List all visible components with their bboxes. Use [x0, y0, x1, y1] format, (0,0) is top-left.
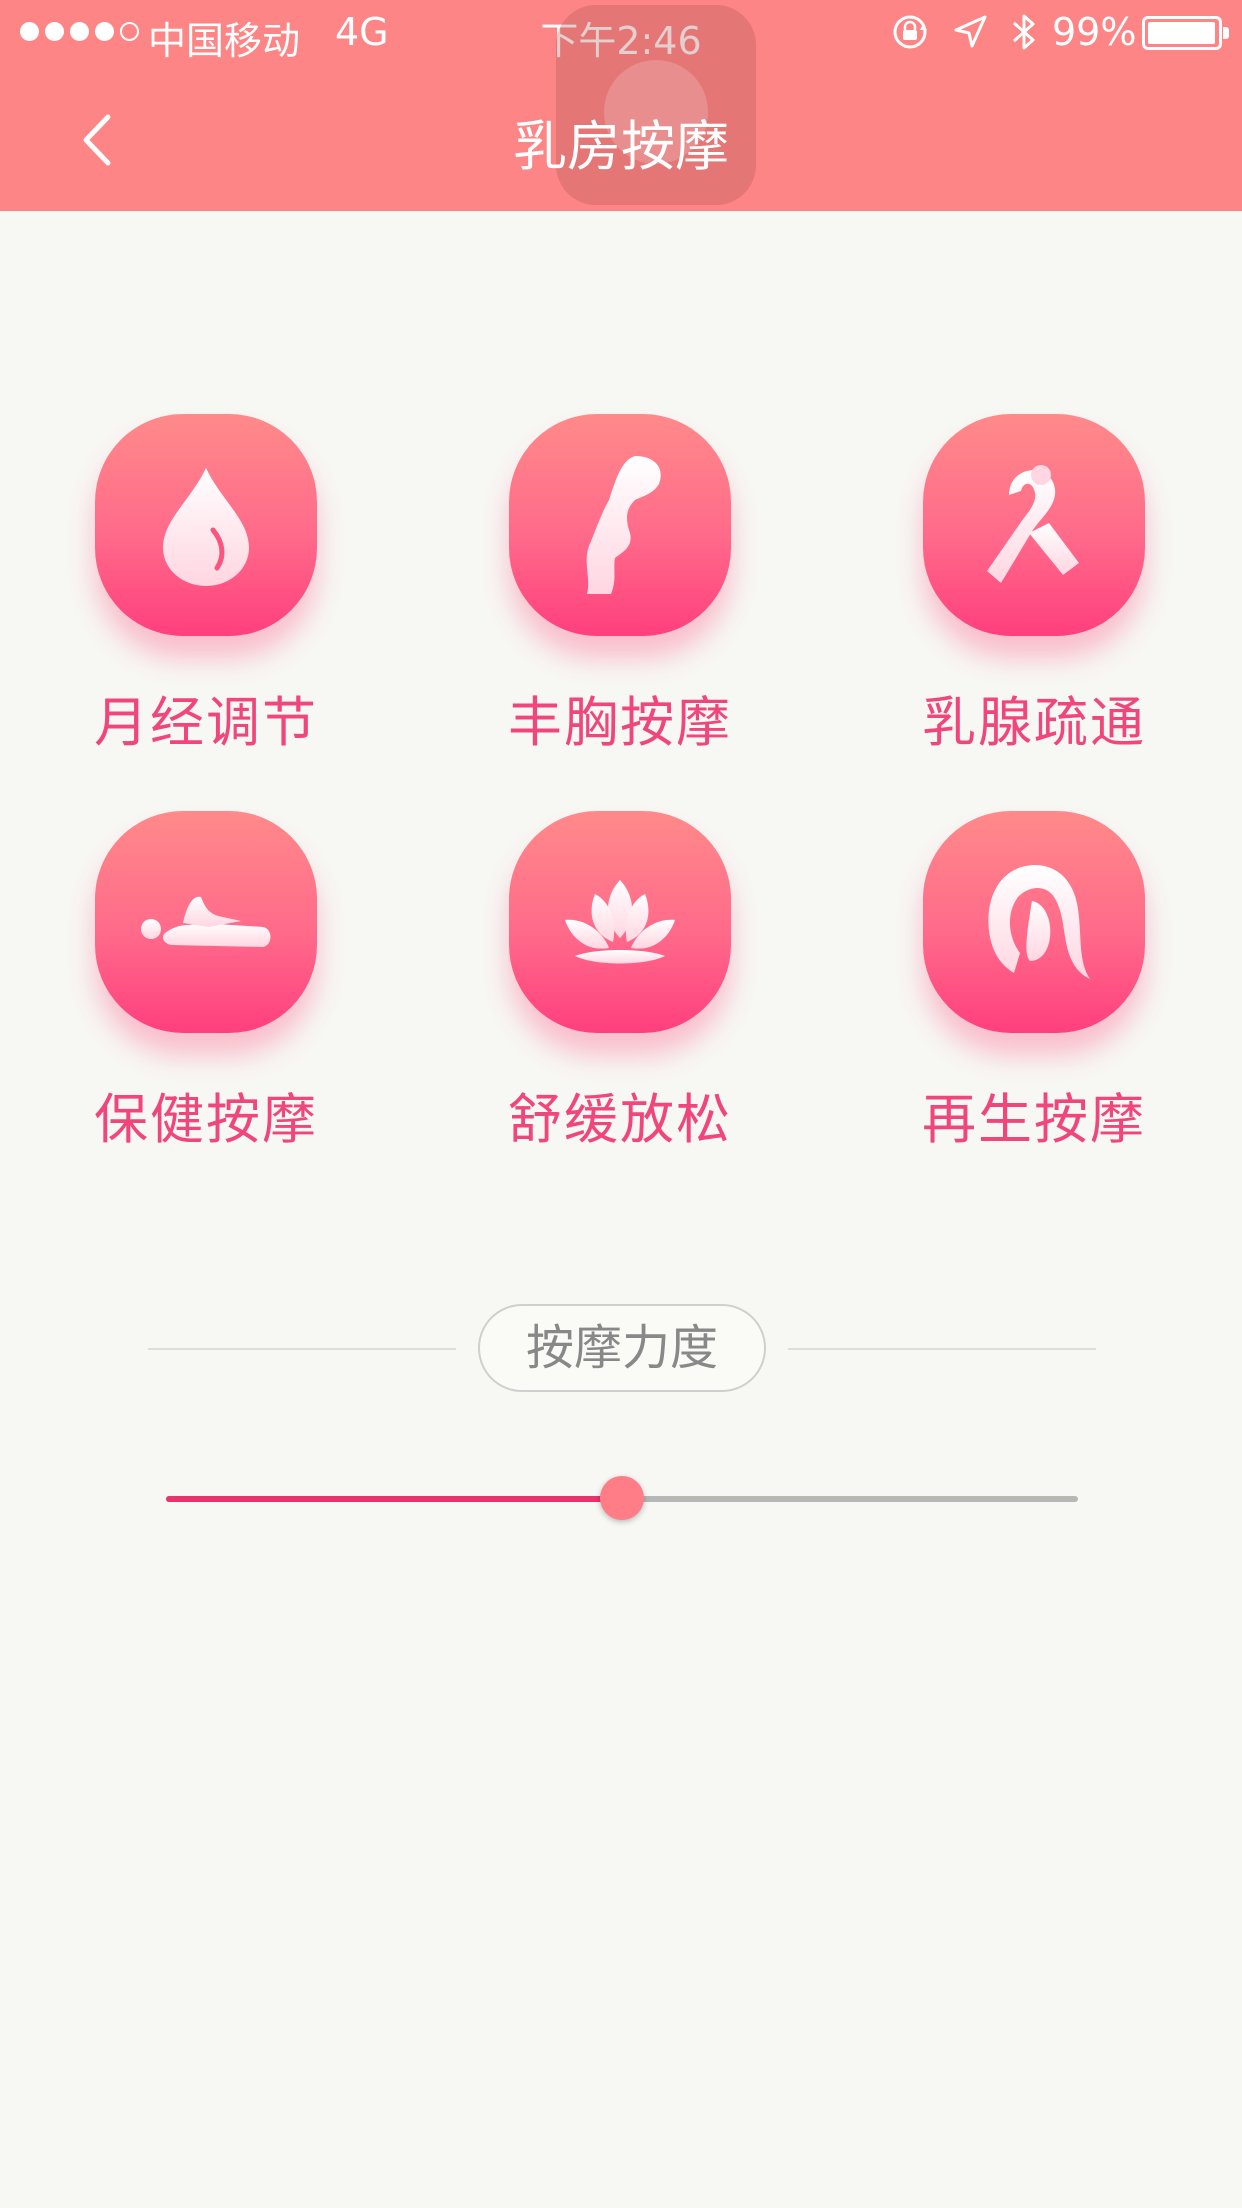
- menu-item-label: 保健按摩: [94, 1088, 318, 1151]
- divider-right: [788, 1348, 1096, 1350]
- icon-tile[interactable]: [923, 414, 1145, 636]
- massage-strength-label: 按摩力度: [478, 1304, 766, 1392]
- battery-icon: [1142, 16, 1222, 50]
- menu-item-soothing-relax[interactable]: 舒缓放松: [470, 811, 770, 1154]
- location-arrow-icon: [954, 15, 987, 48]
- woman-face-icon: [988, 865, 1090, 979]
- menu-item-label: 月经调节: [94, 691, 318, 754]
- menu-item-label: 乳腺疏通: [922, 691, 1146, 754]
- battery-percent: 99%: [1052, 10, 1137, 54]
- menu-item-mammary-clearing[interactable]: 乳腺疏通: [884, 414, 1184, 757]
- icon-tile[interactable]: [923, 811, 1145, 1033]
- menu-item-breast-enhance[interactable]: 丰胸按摩: [470, 414, 770, 757]
- menu-item-label: 丰胸按摩: [508, 691, 732, 754]
- icon-tile[interactable]: [95, 811, 317, 1033]
- bluetooth-icon: [1012, 14, 1035, 50]
- icon-tile[interactable]: [509, 811, 731, 1033]
- divider-left: [148, 1348, 456, 1350]
- menu-item-health-massage[interactable]: 保健按摩: [56, 811, 356, 1154]
- icon-tile[interactable]: [95, 414, 317, 636]
- menu-item-label: 舒缓放松: [508, 1088, 732, 1151]
- ribbon-woman-icon: [987, 465, 1079, 583]
- menu-item-regeneration-massage[interactable]: 再生按摩: [884, 811, 1184, 1154]
- icon-tile[interactable]: [509, 414, 731, 636]
- lotus-icon: [565, 880, 675, 964]
- droplet-icon: [163, 468, 249, 586]
- massage-strength-slider[interactable]: [166, 1476, 1078, 1522]
- menu-item-menstrual[interactable]: 月经调节: [56, 414, 356, 757]
- header-bar: 中国移动 4G 下午2:46 99% 乳房按摩: [0, 0, 1242, 211]
- page-title: 乳房按摩: [513, 115, 729, 178]
- hand-massage-icon: [141, 896, 271, 947]
- rotation-lock-icon: [893, 15, 927, 49]
- slider-fill: [166, 1496, 622, 1502]
- menu-item-label: 再生按摩: [922, 1088, 1146, 1151]
- slider-thumb[interactable]: [600, 1476, 644, 1520]
- female-silhouette-icon: [586, 456, 661, 594]
